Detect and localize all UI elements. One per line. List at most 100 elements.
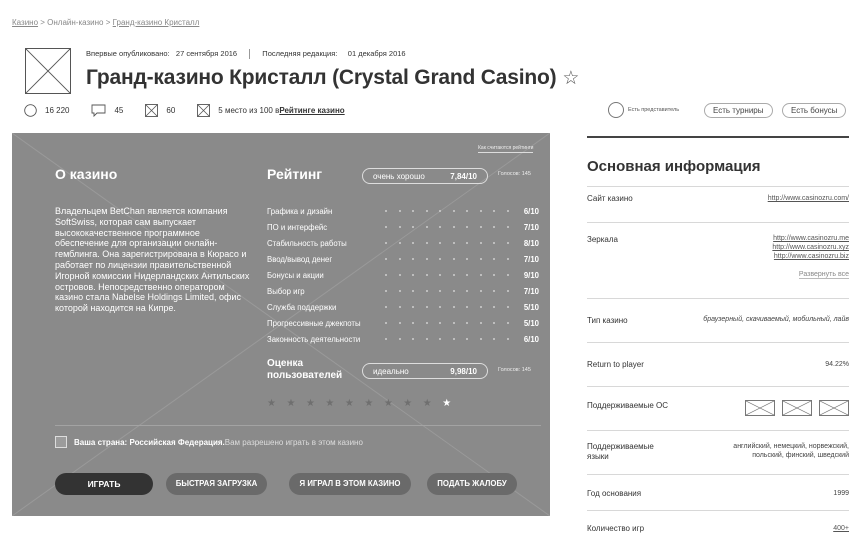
star-icon[interactable]: ★	[364, 398, 373, 409]
criteria-row: Служба поддержки 5/10	[267, 301, 539, 313]
games-count-label: Количество игр	[587, 524, 645, 533]
bonuses-badge[interactable]: Есть бонусы	[782, 103, 847, 118]
star-icon[interactable]: ★	[423, 398, 432, 409]
criteria-dots	[385, 242, 519, 244]
comment-bubble-icon	[92, 104, 106, 117]
casino-logo-placeholder	[25, 48, 71, 94]
criteria-value: 7/10	[523, 254, 539, 264]
os-placeholder-icon	[745, 400, 775, 416]
os-label: Поддерживаемые ОС	[587, 401, 669, 410]
rating-heading: Рейтинг	[267, 166, 323, 182]
criteria-dots	[385, 290, 519, 292]
os-icons	[738, 400, 849, 416]
country-notice: Ваша страна: Российская Федерация. Вам р…	[55, 436, 363, 448]
expert-rating-label: очень хорошо	[373, 171, 425, 181]
criteria-value: 5/10	[523, 302, 539, 312]
founded-value: 1999	[833, 490, 849, 497]
site-label: Сайт казино	[587, 194, 633, 203]
file-complaint-button[interactable]: ПОДАТЬ ЖАЛОБУ	[427, 473, 517, 495]
criteria-name: Служба поддержки	[267, 302, 337, 312]
mirror-link[interactable]: http://www.casinozru.xyz	[772, 244, 849, 251]
criteria-row: Стабильность работы 8/10	[267, 237, 539, 249]
third-count: 60	[166, 106, 176, 115]
os-placeholder-icon	[782, 400, 812, 416]
criteria-value: 7/10	[523, 286, 539, 296]
star-icon[interactable]: ★	[306, 398, 315, 409]
country-label: Ваша страна: Российская Федерация.	[74, 437, 225, 447]
about-heading: О казино	[55, 166, 118, 182]
founded-label: Год основания	[587, 489, 642, 498]
criteria-dots	[385, 338, 519, 340]
mirror-link[interactable]: http://www.casinozru.me	[773, 235, 849, 242]
first-published-label: Впервые опубликовано:	[86, 49, 170, 58]
rank-stat: 5 место из 100 в Рейтинге казино	[197, 104, 345, 117]
breadcrumb-section-link[interactable]: Онлайн-казино	[47, 18, 103, 27]
criteria-value: 5/10	[523, 318, 539, 328]
favorite-star-icon[interactable]: ☆	[562, 68, 579, 89]
comments-count: 45	[114, 106, 124, 115]
criteria-dots	[385, 210, 519, 212]
star-icon[interactable]: ★	[286, 398, 295, 409]
criteria-row: Ввод/вывод денег 7/10	[267, 253, 539, 265]
mirror-link[interactable]: http://www.casinozru.biz	[774, 253, 849, 260]
comments-stat[interactable]: 45	[91, 104, 123, 117]
played-here-button[interactable]: Я ИГРАЛ В ЭТОМ КАЗИНО	[289, 473, 411, 495]
site-link[interactable]: http://www.casinozru.com/	[768, 195, 849, 202]
criteria-value: 9/10	[523, 270, 539, 280]
criteria-name: Ввод/вывод денег	[267, 254, 333, 264]
languages-label-line2: языки	[587, 452, 609, 461]
criteria-dots	[385, 226, 519, 228]
mirrors-row: Зеркала http://www.casinozru.me http://w…	[587, 222, 849, 298]
expert-rating-value: 7,84/10	[450, 171, 477, 181]
panel-divider	[55, 425, 541, 426]
criteria-name: ПО и интерфейс	[267, 222, 328, 232]
criteria-dots	[385, 322, 519, 324]
tournaments-badge[interactable]: Есть турниры	[704, 103, 773, 118]
representative-indicator: Есть представитель	[608, 102, 679, 118]
image-placeholder-icon	[26, 49, 70, 93]
criteria-name: Графика и дизайн	[267, 206, 333, 216]
star-icon[interactable]: ★	[345, 398, 354, 409]
criteria-row: Прогрессивные джекпоты 5/10	[267, 317, 539, 329]
criteria-value: 6/10	[523, 206, 539, 216]
how-ratings-calculated-link[interactable]: Как считаются рейтинги	[478, 145, 534, 153]
criteria-value: 8/10	[523, 238, 539, 248]
founded-row: Год основания 1999	[587, 474, 849, 510]
publication-meta: Впервые опубликовано: 27 сентября 2016 П…	[86, 49, 406, 60]
play-button[interactable]: ИГРАТЬ	[55, 473, 153, 495]
rating-link[interactable]: Рейтинге казино	[279, 106, 344, 115]
expert-rating-pill: очень хорошо 7,84/10	[362, 168, 488, 184]
criteria-name: Стабильность работы	[267, 238, 347, 248]
first-published-date: 27 сентября 2016	[175, 49, 238, 58]
rank-prefix: 5 место из 100 в	[218, 106, 280, 115]
languages-value-line1: английский, немецкий, норвежский,	[733, 443, 849, 450]
fast-download-button[interactable]: БЫСТРАЯ ЗАГРУЗКА	[166, 473, 267, 495]
criteria-row: Выбор игр 7/10	[267, 285, 539, 297]
languages-value: английский, немецкий, норвежский, польски…	[733, 442, 849, 460]
representative-avatar-icon	[608, 102, 624, 118]
breadcrumb: Казино > Онлайн-казино > Гранд-казино Кр…	[12, 18, 199, 27]
star-icon[interactable]: ★	[325, 398, 334, 409]
mirrors-label: Зеркала	[587, 235, 618, 244]
casino-type-value: браузерный, скачиваемый, мобильный, лайв	[703, 316, 849, 323]
criteria-value: 7/10	[523, 222, 539, 232]
star-icon[interactable]: ★	[403, 398, 412, 409]
star-icon[interactable]: ★	[442, 398, 451, 409]
criteria-name: Законность деятельности	[267, 334, 361, 344]
criteria-row: ПО и интерфейс 7/10	[267, 221, 539, 233]
star-icon[interactable]: ★	[384, 398, 393, 409]
criteria-row: Графика и дизайн 6/10	[267, 205, 539, 217]
star-icon[interactable]: ★	[267, 398, 276, 409]
user-votes: Голосов: 145	[498, 367, 531, 373]
games-count-link[interactable]: 400+	[833, 525, 849, 532]
breadcrumb-current-link[interactable]: Гранд-казино Кристалл	[113, 18, 200, 27]
user-rating-stars[interactable]: ★ ★ ★ ★ ★ ★ ★ ★ ★ ★	[267, 398, 462, 409]
country-permission-text: Вам разрешено играть в этом казино	[224, 437, 363, 447]
user-rating-heading-line1: Оценка	[267, 358, 304, 369]
placeholder-box-icon	[145, 104, 159, 117]
breadcrumb-home-link[interactable]: Казино	[12, 18, 38, 27]
criteria-dots	[385, 306, 519, 308]
rtp-label: Return to player	[587, 360, 644, 369]
expand-all-link[interactable]: Развернуть все	[798, 271, 849, 279]
casino-type-row: Тип казино браузерный, скачиваемый, моби…	[587, 298, 849, 340]
